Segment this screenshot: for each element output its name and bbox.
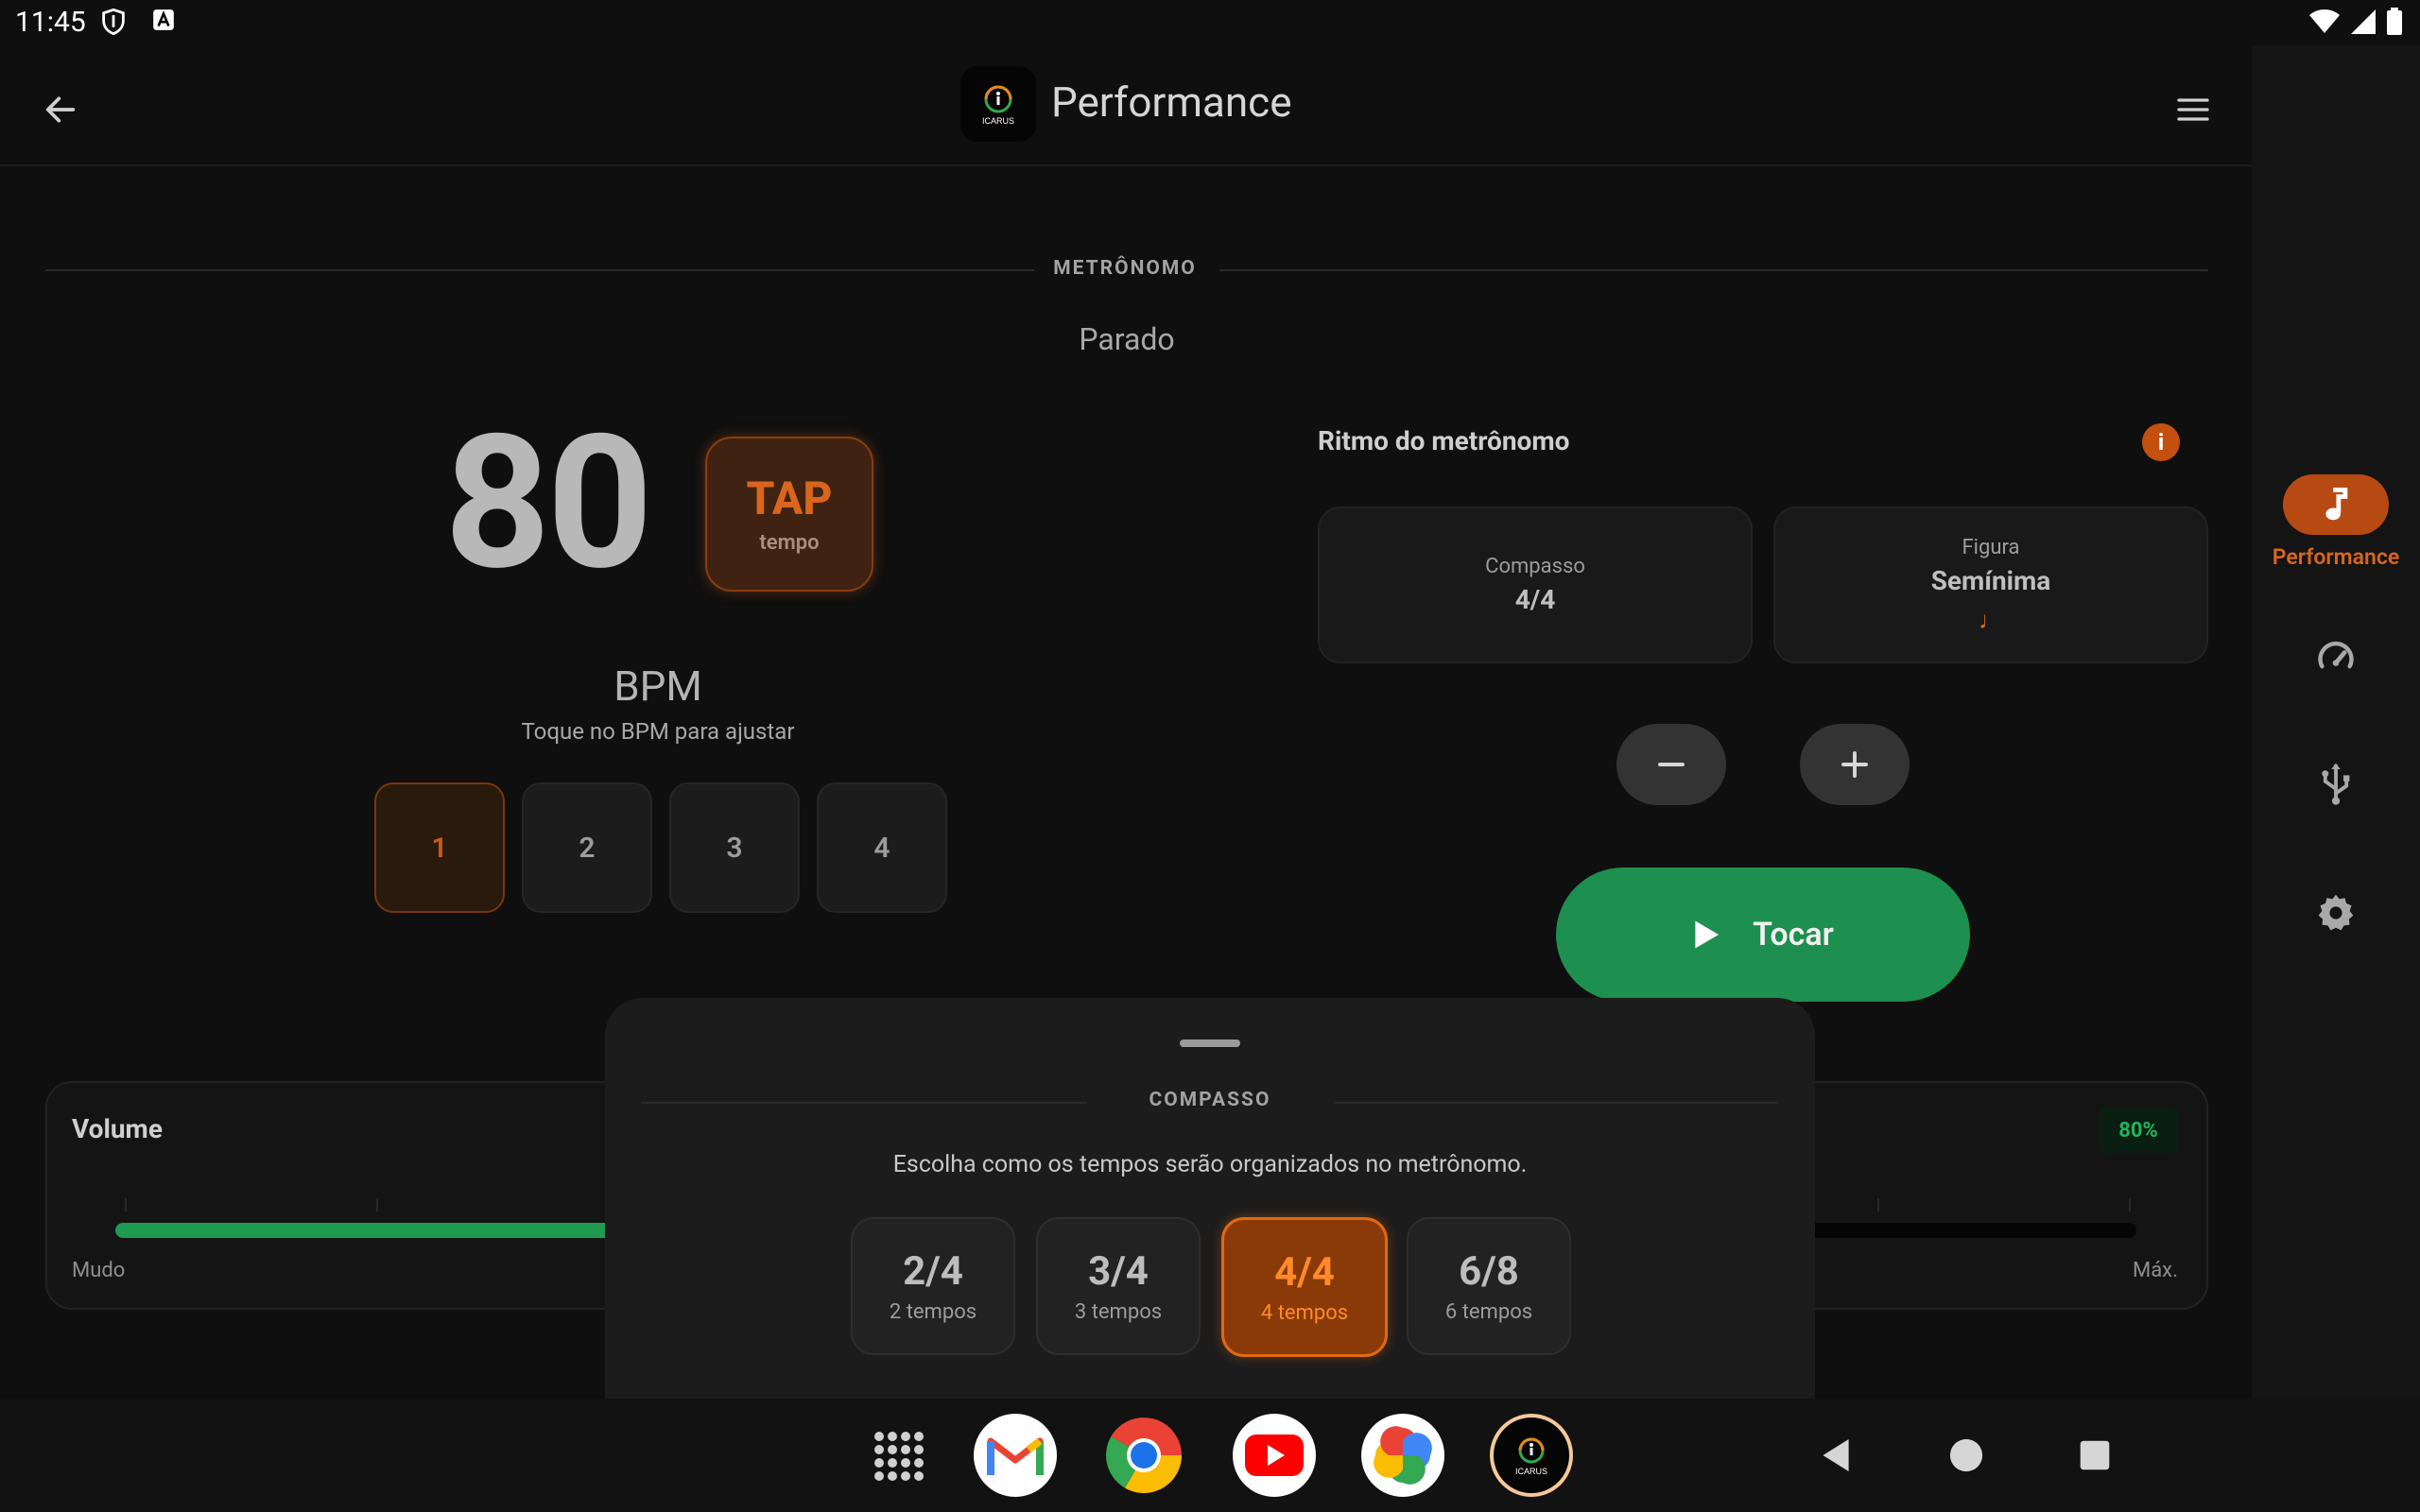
nav-back-icon	[1823, 1439, 1849, 1471]
logo-text: ICARUS	[982, 116, 1014, 126]
sheet-title: COMPASSO	[1149, 1089, 1271, 1111]
compasso-value: 4/4	[1514, 584, 1556, 615]
option-value: 4/4	[1274, 1248, 1335, 1296]
bpm-hint: Toque no BPM para ajustar	[521, 718, 795, 745]
chrome-icon[interactable]	[1102, 1414, 1185, 1497]
rail-label-performance: Performance	[2272, 544, 2400, 570]
option-4-4[interactable]: 4/4 4 tempos	[1221, 1217, 1388, 1357]
tap-sublabel: tempo	[759, 530, 820, 555]
increase-button[interactable]	[1800, 724, 1910, 805]
shield-icon	[100, 8, 127, 40]
music-note-icon	[2325, 488, 2348, 521]
figura-value: Semínima	[1930, 564, 2051, 596]
bpm-value[interactable]: 80	[444, 408, 653, 597]
slider-tick	[376, 1198, 378, 1211]
play-icon	[1695, 920, 1720, 949]
beat-indicator-3: 3	[669, 782, 800, 913]
back-button[interactable]	[34, 83, 87, 136]
minus-icon	[1658, 763, 1685, 766]
option-caption: 4 tempos	[1260, 1300, 1349, 1325]
photos-icon[interactable]	[1361, 1414, 1444, 1497]
beat-indicator-1: 1	[374, 782, 505, 913]
speedometer-icon	[2318, 641, 2354, 669]
status-bar: 11:45	[0, 0, 2420, 45]
plus-icon	[1841, 751, 1868, 778]
option-6-8[interactable]: 6/8 6 tempos	[1407, 1217, 1571, 1355]
play-label: Tocar	[1753, 916, 1834, 954]
beat-indicator-4: 4	[817, 782, 947, 913]
volume-title: Volume	[72, 1113, 163, 1144]
option-caption: 2 tempos	[889, 1299, 977, 1324]
info-icon[interactable]: i	[2142, 423, 2180, 461]
divider	[641, 1102, 1087, 1104]
nav-home-icon	[1949, 1438, 1983, 1472]
quarter-note-icon: ♩	[1979, 606, 2003, 635]
compasso-label: Compasso	[1485, 555, 1585, 578]
nav-home-button[interactable]	[1944, 1433, 1989, 1478]
divider	[1219, 269, 2208, 271]
option-caption: 6 tempos	[1444, 1299, 1533, 1324]
option-3-4[interactable]: 3/4 3 tempos	[1036, 1217, 1201, 1355]
bpm-label: BPM	[614, 662, 702, 711]
wifi-icon	[2308, 9, 2341, 39]
tap-label: TAP	[746, 471, 833, 525]
usb-icon	[2322, 763, 2350, 805]
navigation-rail: Performance	[2252, 45, 2420, 1399]
status-time: 11:45	[15, 6, 86, 39]
menu-button[interactable]	[2167, 83, 2220, 136]
sheet-description: Escolha como os tempos serão organizados…	[892, 1151, 1528, 1178]
battery-icon	[2386, 8, 2403, 40]
app-logo: ICARUS	[960, 66, 1036, 142]
option-2-4[interactable]: 2/4 2 tempos	[851, 1217, 1015, 1355]
divider	[45, 269, 1034, 271]
slider-tick	[2129, 1198, 2131, 1211]
rail-item-performance[interactable]: Performance	[2252, 474, 2420, 570]
tap-tempo-button[interactable]: TAP tempo	[705, 437, 873, 592]
compasso-card[interactable]: Compasso 4/4	[1318, 507, 1753, 663]
volume-min-label: Mudo	[72, 1259, 126, 1282]
taskbar: ICARUS	[0, 1399, 2420, 1512]
volume-max-label: Máx.	[2133, 1259, 2178, 1282]
youtube-icon[interactable]	[1233, 1414, 1316, 1497]
option-caption: 3 tempos	[1074, 1299, 1163, 1324]
arrow-back-icon	[45, 96, 76, 123]
nav-recents-button[interactable]	[2072, 1433, 2118, 1478]
signal-icon	[2350, 9, 2377, 39]
option-value: 2/4	[903, 1247, 963, 1295]
nav-back-button[interactable]	[1813, 1433, 1858, 1478]
app-drawer-icon[interactable]	[856, 1414, 940, 1497]
slider-tick	[1877, 1198, 1879, 1211]
nav-recents-icon	[2080, 1440, 2110, 1470]
rail-item-dashboard[interactable]	[2252, 627, 2420, 688]
gmail-icon[interactable]	[974, 1414, 1057, 1497]
figura-card[interactable]: Figura Semínima ♩	[1773, 507, 2208, 663]
option-value: 3/4	[1088, 1247, 1149, 1295]
settings-icon	[2318, 894, 2354, 931]
beat-indicator-2: 2	[522, 782, 652, 913]
section-title-metronome: METRÔNOMO	[1053, 257, 1197, 280]
rail-item-usb[interactable]	[2252, 754, 2420, 815]
play-button[interactable]: Tocar	[1556, 868, 1970, 1002]
figura-label: Figura	[1962, 535, 2020, 559]
rhythm-title: Ritmo do metrônomo	[1318, 425, 1570, 456]
rail-item-settings[interactable]	[2252, 883, 2420, 943]
menu-icon	[2177, 98, 2209, 121]
compasso-bottom-sheet: COMPASSO Escolha como os tempos serão or…	[605, 998, 1815, 1399]
volume-percent-badge: 80%	[2099, 1108, 2178, 1153]
drag-handle[interactable]	[1180, 1040, 1240, 1047]
notification-app-icon	[151, 8, 176, 40]
metronome-state: Parado	[1079, 321, 1175, 357]
option-value: 6/8	[1459, 1247, 1519, 1295]
slider-tick	[125, 1198, 127, 1211]
page-title: Performance	[1051, 77, 1292, 127]
decrease-button[interactable]	[1616, 724, 1726, 805]
top-app-bar: ICARUS Performance	[0, 45, 2252, 166]
logo-text: ICARUS	[1515, 1467, 1547, 1476]
icarus-icon[interactable]: ICARUS	[1490, 1414, 1573, 1497]
divider	[1333, 1102, 1779, 1104]
